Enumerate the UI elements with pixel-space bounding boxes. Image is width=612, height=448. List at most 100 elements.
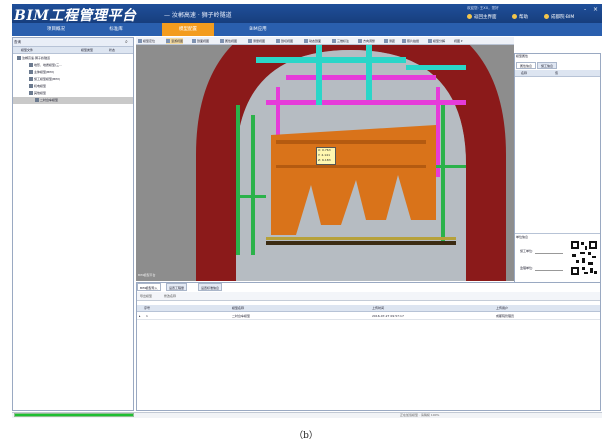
direction-adjust-button[interactable]: 方向调整: [358, 38, 375, 44]
column-status[interactable]: 状态: [109, 48, 115, 52]
status-text: 正在加载模型 · 请稍候 100%: [400, 413, 440, 417]
column-upload-time[interactable]: 上传时间: [372, 306, 384, 310]
view-menu-button[interactable]: 视图 ▾: [454, 38, 462, 44]
dynamic-icon: [304, 39, 308, 43]
tree-item-electromechanical[interactable]: 机电模型: [13, 83, 133, 90]
camera-icon: [402, 39, 406, 43]
property-view-button[interactable]: 属性视图: [220, 38, 237, 44]
qr-code-pattern: [570, 240, 598, 276]
progress-fill: [15, 414, 133, 416]
tree-item-label: 汝郴高速·狮子岭隧道: [22, 56, 50, 60]
readout-z: Z: 6.183: [318, 158, 331, 162]
title-bar: BIM工程管理平台 — 汝郴高速 · 狮子岭隧道 欢迎您: 王XX，您好 返回主…: [12, 4, 602, 24]
folder-icon: [29, 77, 33, 81]
search-icon[interactable]: ⌕: [125, 39, 131, 45]
tab-bim-application[interactable]: BIM应用: [232, 23, 284, 36]
viewport-caption: BIM模型平台: [138, 273, 156, 277]
help-icon[interactable]: [512, 14, 517, 19]
photo-button[interactable]: 照片拍摄: [402, 38, 419, 44]
dynamic-section-button[interactable]: 动态剖面: [304, 38, 321, 44]
row-upload-user: 成都院管理员: [496, 314, 515, 318]
user-icon[interactable]: [544, 14, 549, 19]
ruler-icon: [248, 39, 252, 43]
folder-icon: [29, 91, 33, 95]
tab-project-overview[interactable]: 项目概况: [30, 23, 82, 36]
help-link[interactable]: 帮助: [519, 14, 528, 20]
folder-icon: [29, 70, 33, 74]
pipe: [256, 57, 406, 63]
column-index[interactable]: 序号: [144, 306, 150, 310]
track-rail: [266, 237, 456, 240]
tree-item-label: 主体模型(BIM): [34, 70, 54, 74]
tree-item-lining-jumbo[interactable]: 二衬台车模型: [13, 97, 133, 104]
folder-icon: [17, 56, 21, 60]
3d-annotation-button[interactable]: 三维标注: [332, 38, 349, 44]
tab-set-quantities[interactable]: 设置工程量: [166, 283, 188, 291]
section-icon: [192, 39, 196, 43]
compass-icon: [358, 39, 362, 43]
construction-unit-value: [535, 253, 563, 254]
measure-view-button[interactable]: 测量视图: [248, 38, 265, 44]
row-model-name: 二衬台车模型: [232, 314, 251, 318]
main-nav: 项目概况 标准库 模型配置 BIM应用: [12, 23, 602, 36]
construction-unit-label: 施工单位:: [520, 249, 534, 253]
model-table-header: [137, 305, 600, 312]
tree-item-label: 二衬台车模型: [40, 98, 59, 102]
table-row[interactable]: [137, 313, 600, 320]
tree-item-construction[interactable]: 施工模型模型(BIM): [13, 76, 133, 83]
section-view-button[interactable]: 剖面视图: [192, 38, 209, 44]
tab-property-info[interactable]: 属性信息: [516, 62, 536, 69]
rename-button[interactable]: 修改名称: [164, 294, 176, 298]
chevron-down-icon: ▾: [460, 39, 463, 43]
distance-button[interactable]: 测距: [384, 38, 395, 44]
column-model-file[interactable]: 模型文件: [21, 48, 33, 52]
locate-model-button[interactable]: 模型定位: [138, 38, 155, 44]
scaffold-post: [236, 105, 240, 255]
scaffold-post: [251, 115, 255, 255]
tree-item-other[interactable]: 其他模型: [13, 90, 133, 97]
tab-bim-model-import[interactable]: BIM模型导入: [137, 283, 161, 291]
row-index: 1: [146, 314, 148, 318]
column-upload-user[interactable]: 上传用户: [496, 306, 508, 310]
column-model-type[interactable]: 模型类型: [81, 48, 93, 52]
model-tree-panel: 查询 ⌕ 模型文件 模型类型 状态 汝郴高速·狮子岭隧道 地形、地质模型(三..…: [12, 37, 134, 411]
figure-caption: （b）: [294, 431, 318, 441]
model-list-toolbar: [137, 292, 600, 301]
tab-standard-library[interactable]: 标准库: [90, 23, 142, 36]
column-model-name[interactable]: 模型名称: [232, 306, 244, 310]
explode-button[interactable]: 模型分解: [428, 38, 445, 44]
supervision-unit-value: [535, 270, 563, 271]
tab-set-standard-info[interactable]: 设置标准信息: [198, 283, 223, 291]
viewport-toolbar: 模型定位 漫游视图 剖面视图 属性视图 测量视图 剖切视图 动态剖面 三维标注 …: [136, 37, 514, 45]
export-model-button[interactable]: 导出模型: [140, 294, 152, 298]
clip-view-button[interactable]: 剖切视图: [276, 38, 293, 44]
tab-model-config[interactable]: 模型配置: [162, 23, 214, 36]
project-subtitle: — 汝郴高速 · 狮子岭隧道: [164, 12, 232, 19]
search-bar[interactable]: 查询 ⌕: [13, 38, 133, 47]
model-list-panel: [136, 282, 601, 411]
explode-icon: [428, 39, 432, 43]
tree-item-main-structure[interactable]: 主体模型(BIM): [13, 69, 133, 76]
roam-view-button[interactable]: 漫游视图: [166, 38, 184, 44]
column-name[interactable]: 名称: [521, 71, 527, 75]
folder-icon: [29, 84, 33, 88]
track-rail: [266, 241, 456, 245]
tree-item-label: 机电模型: [34, 84, 47, 88]
user-link[interactable]: 成都院·BIM: [551, 14, 574, 20]
tree-item-terrain[interactable]: 地形、地质模型(三...: [13, 62, 133, 69]
home-link[interactable]: 返回主界面: [474, 14, 497, 20]
tab-construction-info[interactable]: 施工信息: [537, 62, 557, 69]
minimize-button[interactable]: -: [584, 6, 586, 13]
property-column-header: 名称 值: [515, 70, 600, 77]
jumbo-beam: [276, 140, 426, 144]
close-button[interactable]: ×: [593, 6, 598, 13]
property-panel-title: 模型属性: [516, 54, 529, 58]
model-icon: [35, 98, 39, 102]
column-value[interactable]: 值: [555, 71, 558, 75]
tree-item-label: 施工模型模型(BIM): [34, 77, 60, 81]
search-label: 查询: [14, 40, 21, 44]
app-title: BIM工程管理平台: [14, 8, 137, 24]
home-icon[interactable]: [467, 14, 472, 19]
tree-item-project[interactable]: 汝郴高速·狮子岭隧道: [13, 55, 133, 62]
annotation-icon: [332, 39, 336, 43]
